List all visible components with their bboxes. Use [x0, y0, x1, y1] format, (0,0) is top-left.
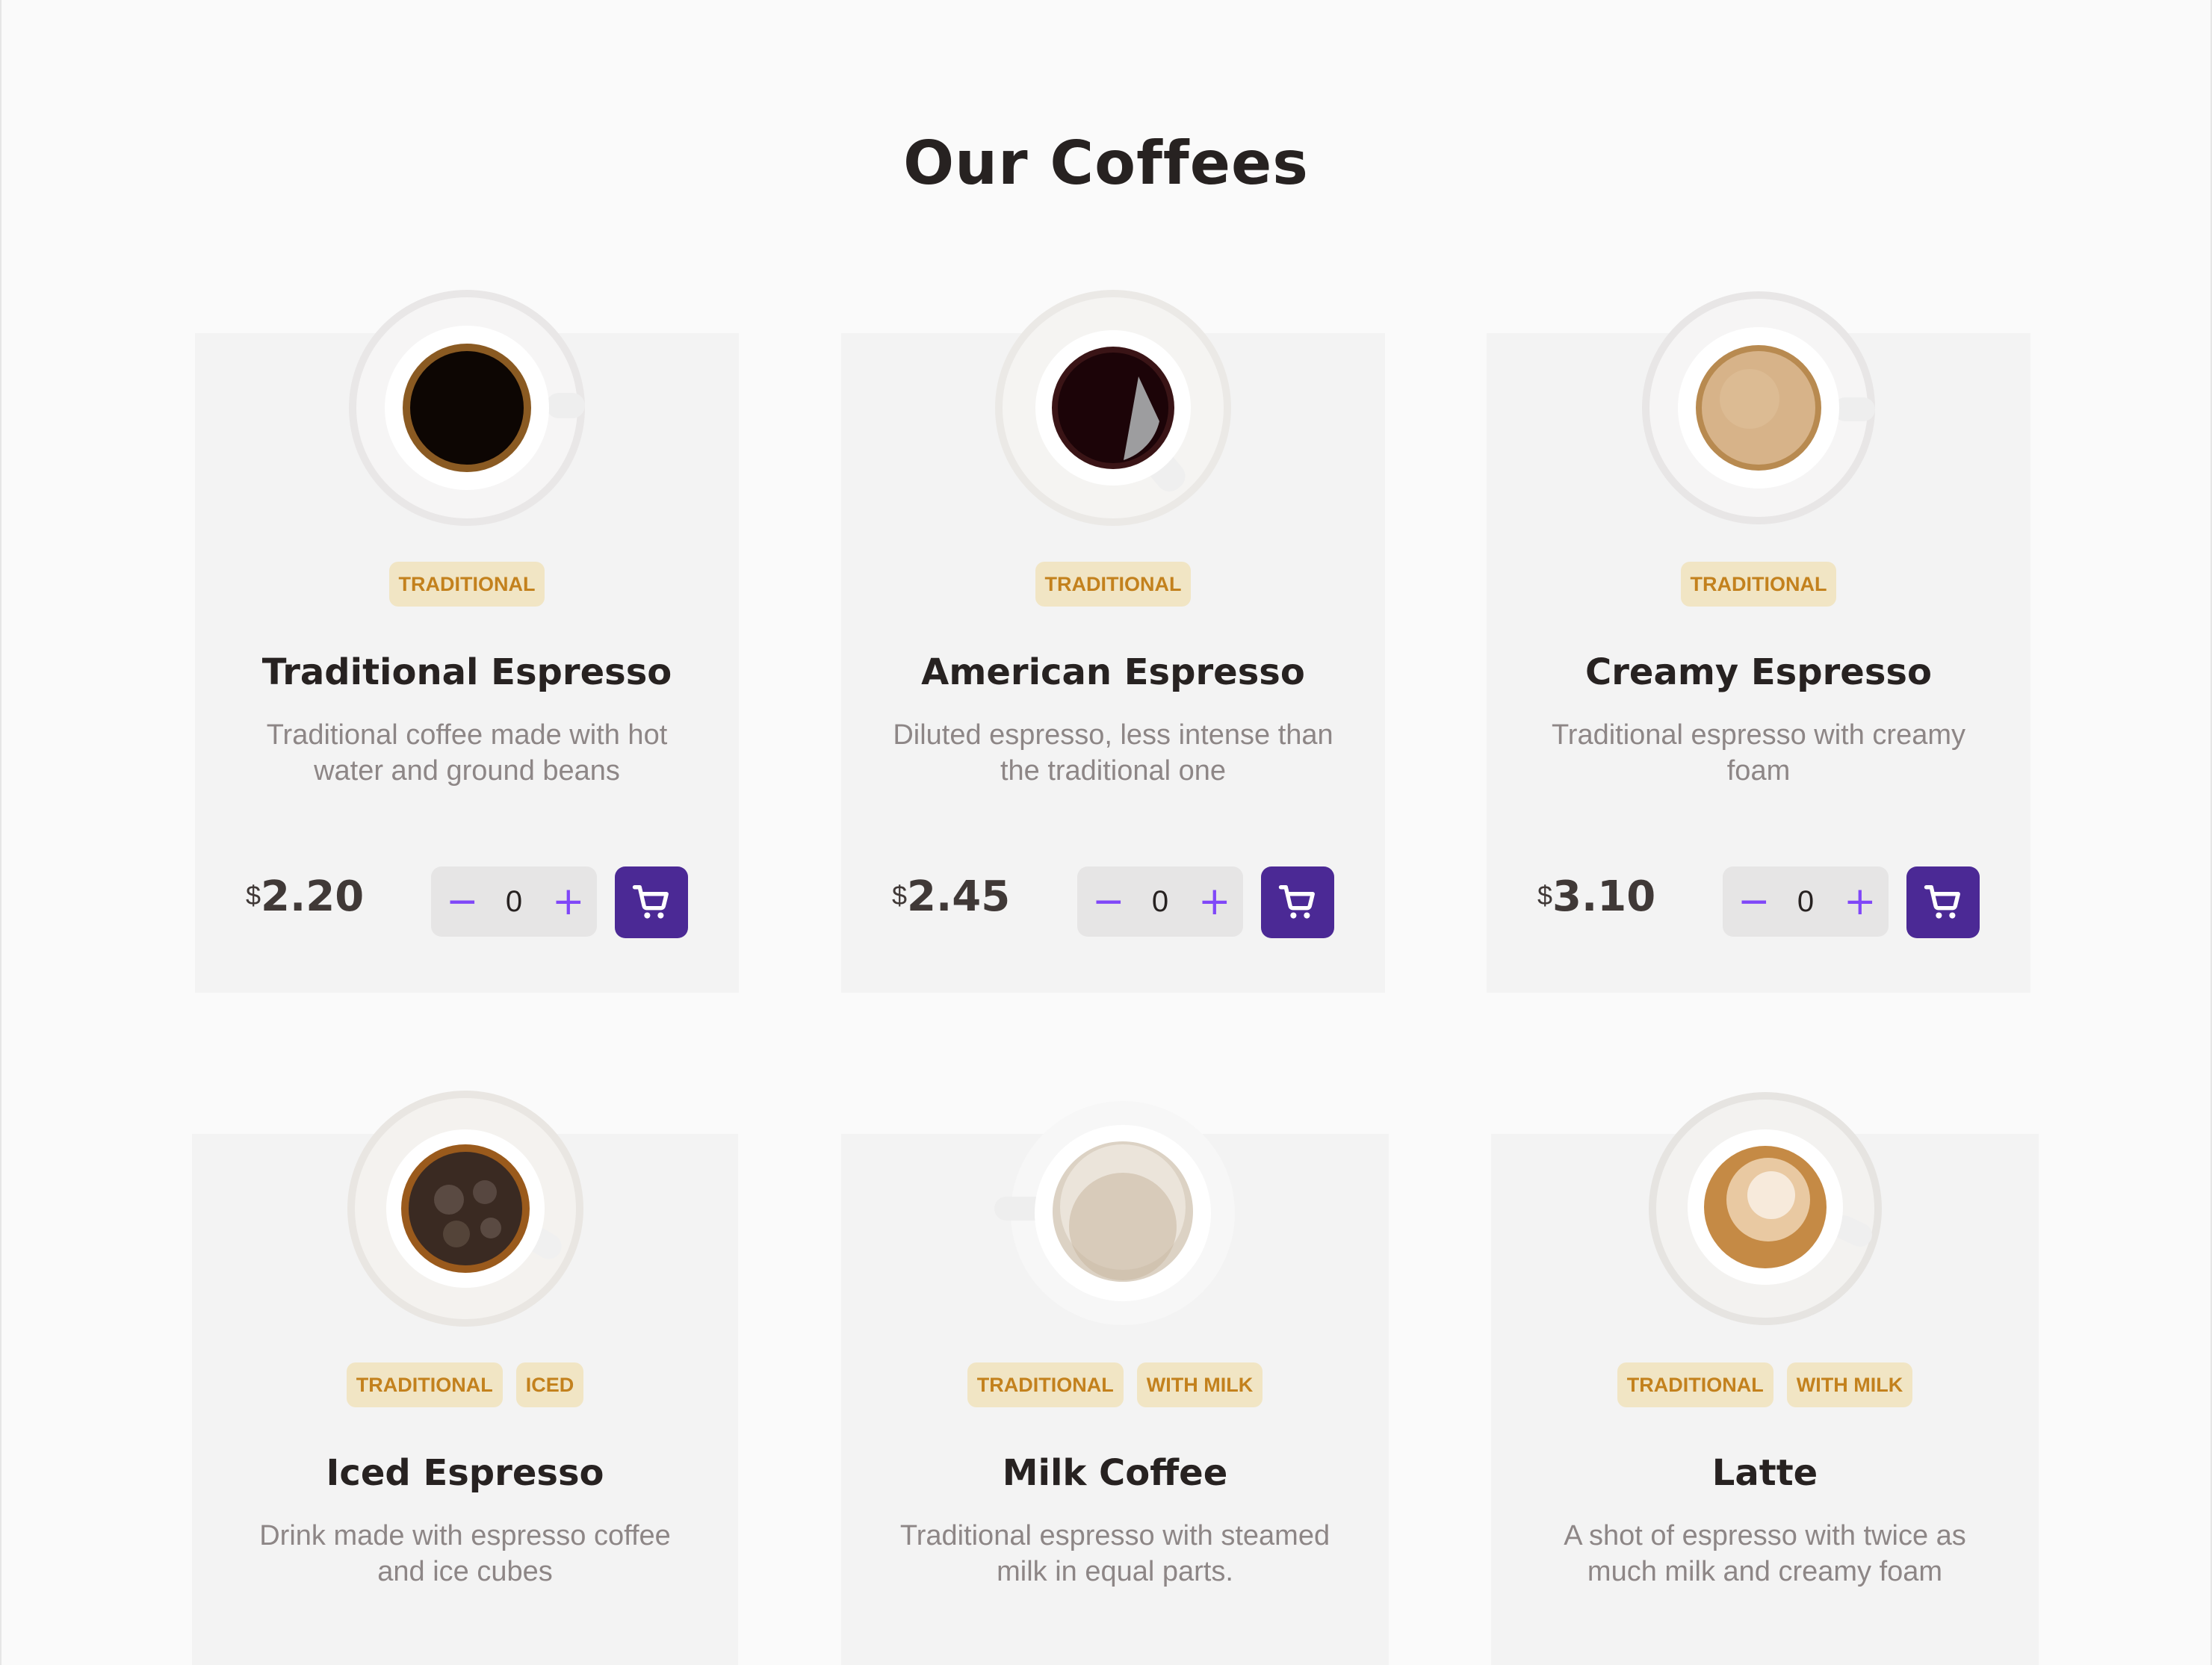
currency-symbol: $: [892, 880, 908, 911]
product-description: Drink made with espresso coffee and ice …: [259, 1520, 671, 1587]
product-name: American Espresso: [921, 651, 1305, 693]
product-description: Traditional espresso with creamy foam: [1551, 719, 1966, 787]
quantity-stepper: − 0 +: [431, 866, 597, 937]
product-description: Diluted espresso, less intense than the …: [893, 719, 1333, 787]
tag-badge: WITH MILK: [1786, 1362, 1913, 1407]
add-to-cart-button[interactable]: [615, 866, 688, 938]
currency-symbol: $: [246, 880, 261, 911]
espresso-cup-icon: [346, 287, 588, 529]
tag-list: TRADITIONAL ICED: [192, 1362, 738, 1407]
product-card-milk-coffee: TRADITIONAL WITH MILK Milk Coffee Tradit…: [841, 1101, 1389, 1665]
tag-list: TRADITIONAL: [1487, 562, 2030, 607]
tag-badge: TRADITIONAL: [346, 1362, 503, 1407]
tag-badge: TRADITIONAL: [1035, 562, 1192, 607]
add-to-cart-button[interactable]: [1906, 866, 1980, 938]
shopping-cart-icon: [1278, 885, 1315, 919]
increase-quantity-button[interactable]: +: [1198, 882, 1231, 921]
tag-badge: TRADITIONAL: [388, 562, 545, 607]
page-edge-left: [0, 0, 1, 1665]
tag-badge: TRADITIONAL: [1617, 1362, 1773, 1407]
quantity-value: 0: [1151, 884, 1169, 918]
decrease-quantity-button[interactable]: −: [446, 882, 479, 921]
tag-list: TRADITIONAL: [195, 562, 739, 607]
iced-espresso-cup-icon: [344, 1088, 586, 1330]
product-name: Creamy Espresso: [1585, 651, 1932, 693]
product-name: Latte: [1711, 1452, 1818, 1494]
quantity-value: 0: [1797, 884, 1815, 918]
product-card-latte: TRADITIONAL WITH MILK Latte A shot of es…: [1491, 1092, 2039, 1665]
currency-symbol: $: [1537, 880, 1553, 911]
product-description: Traditional espresso with steamed milk i…: [899, 1520, 1330, 1587]
product-description: A shot of espresso with twice as much mi…: [1564, 1520, 1966, 1587]
product-name: Traditional Espresso: [261, 651, 672, 693]
product-card-creamy-espresso: TRADITIONAL Creamy Espresso Traditional …: [1487, 291, 2030, 993]
product-card-iced-espresso: TRADITIONAL ICED Iced Espresso Drink mad…: [192, 1091, 738, 1665]
tag-list: TRADITIONAL WITH MILK: [841, 1362, 1389, 1407]
product-name: Milk Coffee: [1002, 1452, 1228, 1494]
increase-quantity-button[interactable]: +: [1844, 882, 1877, 921]
product-price: $2.20: [246, 872, 364, 921]
latte-cup-icon: [1644, 1088, 1886, 1330]
tag-list: TRADITIONAL WITH MILK: [1491, 1362, 2039, 1407]
tag-badge: WITH MILK: [1136, 1362, 1263, 1407]
price-amount: 2.45: [907, 872, 1011, 921]
product-description: Traditional coffee made with hot water a…: [266, 719, 668, 787]
price-amount: 3.10: [1552, 872, 1656, 921]
milk-coffee-cup-icon: [994, 1088, 1236, 1330]
decrease-quantity-button[interactable]: −: [1092, 882, 1125, 921]
product-name: Iced Espresso: [326, 1452, 604, 1494]
increase-quantity-button[interactable]: +: [552, 882, 585, 921]
section-title: Our Coffees: [903, 128, 1309, 198]
quantity-value: 0: [505, 884, 523, 918]
americano-cup-icon: [992, 287, 1234, 529]
tag-badge: TRADITIONAL: [1680, 562, 1837, 607]
shopping-cart-icon: [632, 885, 669, 919]
product-card-american-espresso: TRADITIONAL American Espresso Diluted es…: [841, 290, 1385, 993]
tag-list: TRADITIONAL: [841, 562, 1385, 607]
decrease-quantity-button[interactable]: −: [1738, 882, 1770, 921]
tag-badge: TRADITIONAL: [967, 1362, 1124, 1407]
shopping-cart-icon: [1924, 885, 1960, 919]
product-card-traditional-espresso: TRADITIONAL Traditional Espresso Traditi…: [195, 290, 739, 993]
product-price: $3.10: [1537, 872, 1655, 921]
tag-badge: ICED: [515, 1362, 584, 1407]
creamy-espresso-cup-icon: [1638, 287, 1880, 529]
price-amount: 2.20: [261, 872, 365, 921]
add-to-cart-button[interactable]: [1261, 866, 1334, 938]
quantity-stepper: − 0 +: [1723, 866, 1889, 937]
product-price: $2.45: [892, 872, 1010, 921]
quantity-stepper: − 0 +: [1077, 866, 1243, 937]
